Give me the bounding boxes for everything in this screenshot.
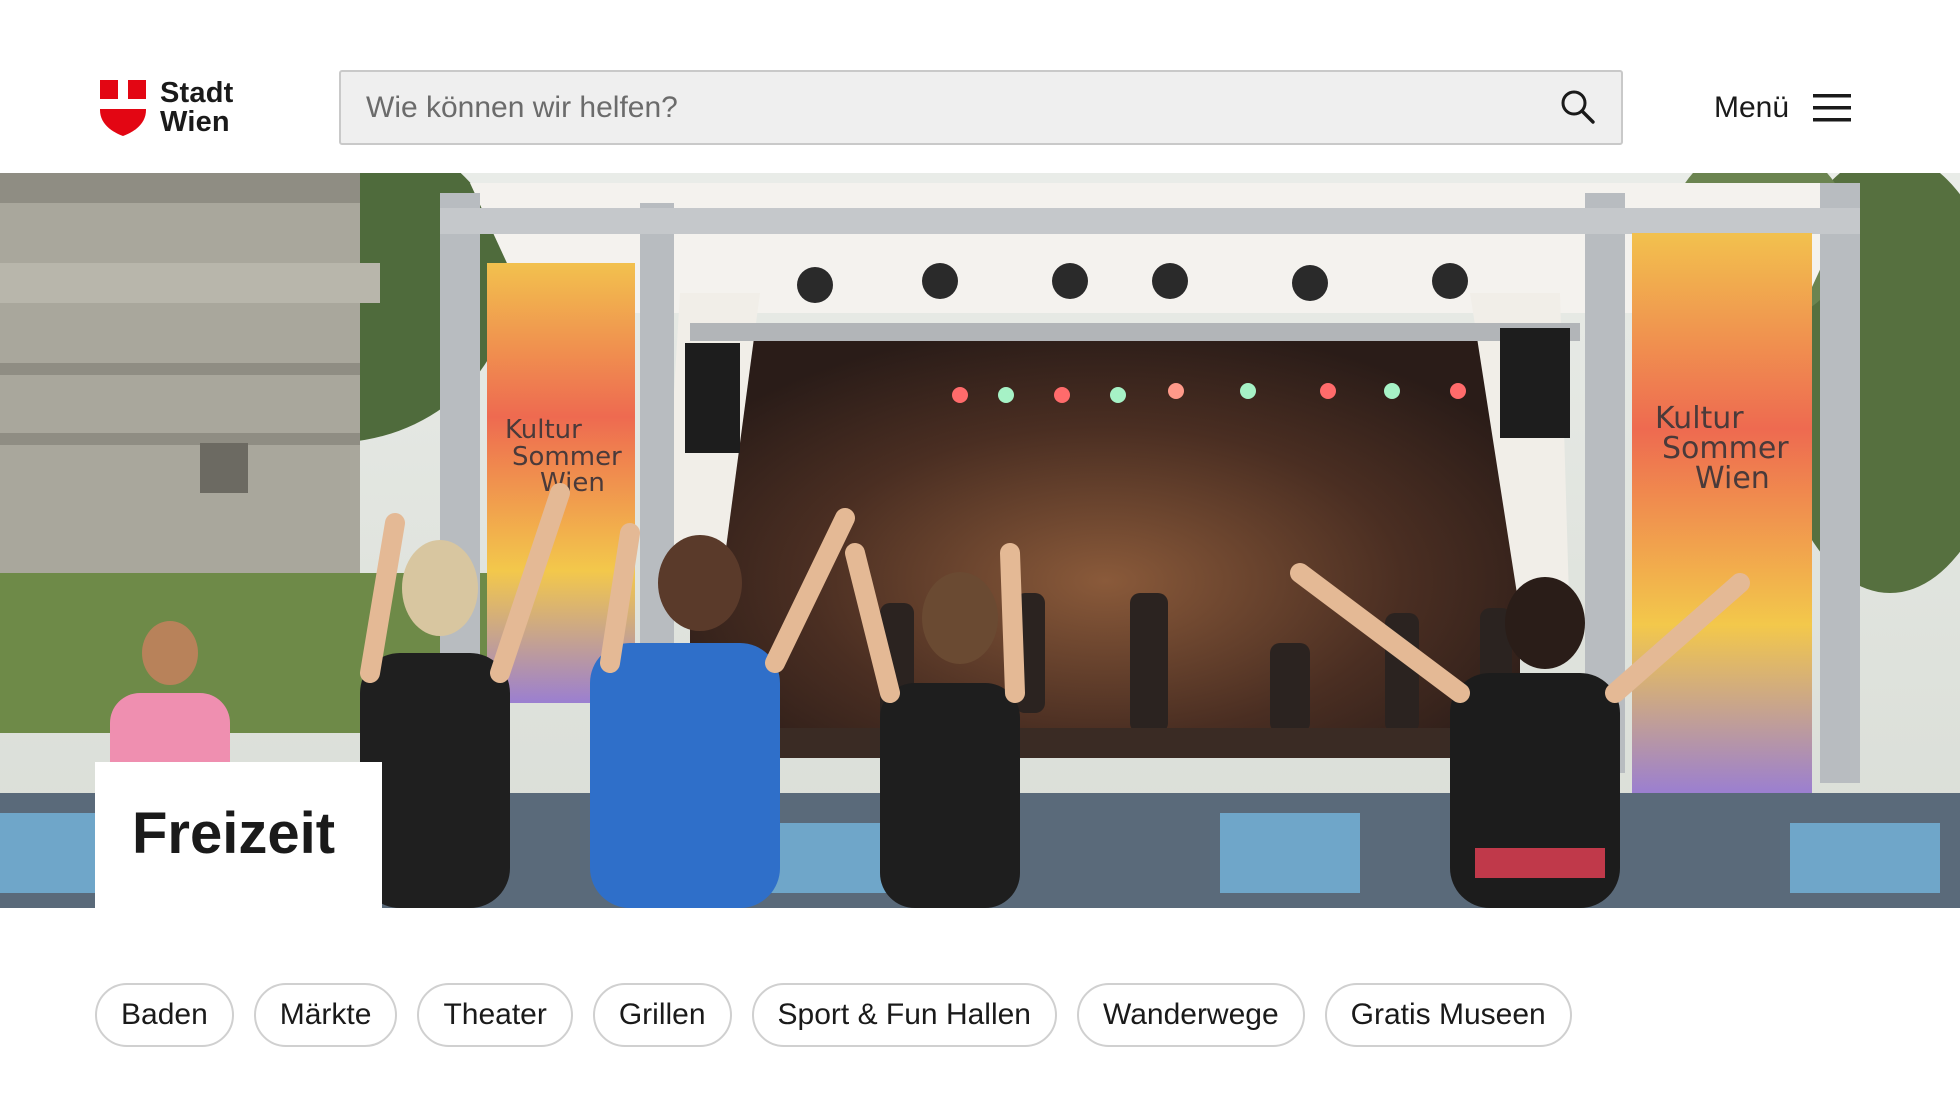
logo-line-1: Stadt: [160, 77, 234, 109]
svg-text:Wien: Wien: [1695, 461, 1770, 496]
chip-gratis-museen[interactable]: Gratis Museen: [1324, 983, 1572, 1047]
search-icon: [1561, 90, 1595, 124]
search-button[interactable]: [1553, 84, 1603, 132]
chip-maerkte[interactable]: Märkte: [253, 983, 398, 1047]
chip-sport-fun-hallen[interactable]: Sport & Fun Hallen: [751, 983, 1057, 1047]
chip-theater[interactable]: Theater: [417, 983, 573, 1047]
search-input[interactable]: [341, 72, 1621, 143]
search-box: [339, 70, 1623, 145]
category-chips: Baden Märkte Theater Grillen Sport & Fun…: [95, 983, 1592, 1047]
hamburger-menu-icon: [1813, 94, 1852, 122]
svg-text:Kultur: Kultur: [505, 415, 582, 445]
chip-baden[interactable]: Baden: [95, 983, 234, 1047]
site-header: Stadt Wien Menü: [0, 0, 1960, 173]
menu-label: Menü: [1714, 91, 1790, 124]
logo-text: Stadt Wien: [160, 79, 234, 137]
chip-grillen[interactable]: Grillen: [592, 983, 732, 1047]
page-title: Freizeit: [132, 801, 336, 866]
chip-wanderwege[interactable]: Wanderwege: [1077, 983, 1305, 1047]
menu-button[interactable]: Menü: [1714, 84, 1852, 132]
logo-line-2: Wien: [160, 106, 230, 138]
vienna-shield-icon: [100, 80, 146, 136]
stadt-wien-logo[interactable]: Stadt Wien: [100, 79, 234, 137]
hero-title-box: Freizeit: [95, 762, 382, 908]
